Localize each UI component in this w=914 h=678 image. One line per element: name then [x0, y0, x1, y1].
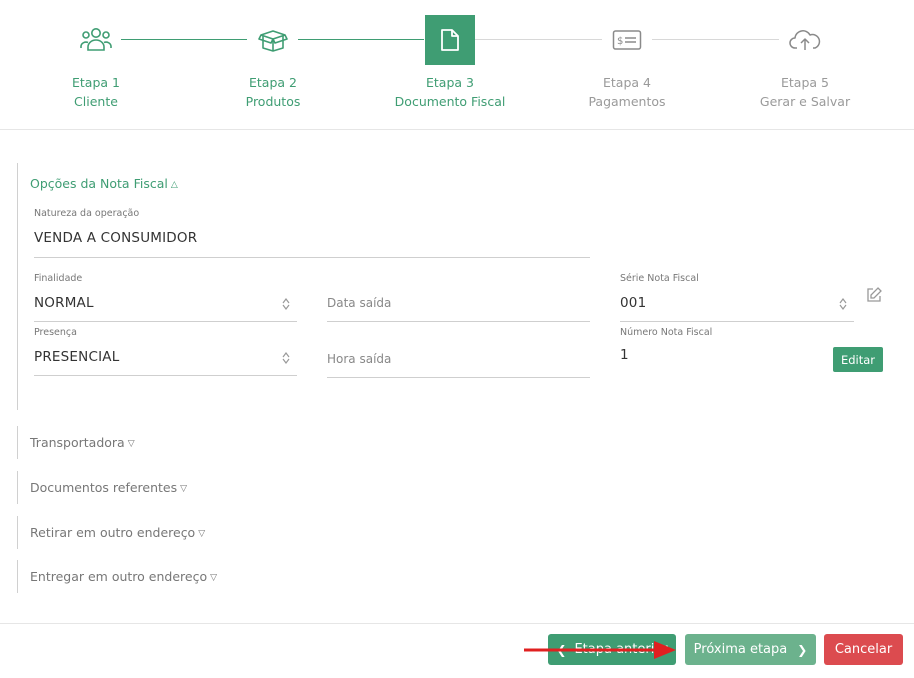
presenca-select[interactable]: Presença PRESENCIAL — [34, 327, 297, 376]
next-step-button[interactable]: Próxima etapa ❯ — [685, 634, 816, 665]
section-title: Entregar em outro endereço — [30, 569, 208, 584]
annotation-arrow — [524, 641, 676, 659]
money-icon: $ — [602, 15, 652, 65]
caret-down-icon: ▽ — [198, 529, 206, 539]
entregar-endereco-section[interactable]: Entregar em outro endereço ▽ — [17, 560, 317, 593]
field-value: VENDA A CONSUMIDOR — [34, 230, 198, 246]
box-icon — [248, 15, 298, 65]
caret-up-icon: △ — [170, 180, 178, 190]
step-number: Etapa 1 — [72, 75, 120, 90]
select-arrows-icon — [839, 298, 847, 310]
data-saida-input[interactable]: Data saída — [327, 290, 590, 322]
transportadora-section[interactable]: Transportadora ▽ — [17, 426, 317, 459]
field-label: Série Nota Fiscal — [620, 273, 699, 284]
edit-pencil-icon[interactable] — [865, 286, 883, 304]
field-value: 1 — [620, 347, 629, 363]
step-name: Pagamentos — [588, 94, 666, 109]
cloud-upload-icon — [780, 15, 830, 65]
step-1[interactable]: Etapa 1 Cliente — [16, 15, 176, 111]
numero-nota-fiscal-field: Número Nota Fiscal 1 — [620, 327, 820, 372]
retirar-endereco-section[interactable]: Retirar em outro endereço ▽ — [17, 516, 317, 549]
chevron-right-icon: ❯ — [797, 642, 808, 657]
step-name: Cliente — [74, 94, 118, 109]
field-label: Número Nota Fiscal — [620, 327, 713, 338]
section-title: Opções da Nota Fiscal — [30, 176, 168, 191]
field-value: PRESENCIAL — [34, 349, 120, 365]
step-name: Gerar e Salvar — [759, 94, 851, 109]
step-2[interactable]: Etapa 2 Produtos — [193, 15, 353, 111]
section-toggle[interactable]: Retirar em outro endereço ▽ — [30, 525, 205, 540]
hora-saida-input[interactable]: Hora saída — [327, 346, 590, 378]
document-icon — [425, 15, 475, 65]
natureza-operacao-field[interactable]: Natureza da operação VENDA A CONSUMIDOR — [34, 208, 590, 258]
select-arrows-icon — [282, 298, 290, 310]
svg-text:$: $ — [617, 36, 623, 47]
users-icon — [71, 15, 121, 65]
caret-down-icon: ▽ — [127, 439, 135, 449]
cancel-button[interactable]: Cancelar — [824, 634, 903, 665]
button-label: Próxima etapa — [693, 642, 788, 657]
caret-down-icon: ▽ — [210, 573, 218, 583]
select-arrows-icon — [282, 352, 290, 364]
section-toggle[interactable]: Entregar em outro endereço ▽ — [30, 569, 217, 584]
serie-nota-fiscal-select[interactable]: Série Nota Fiscal 001 — [620, 273, 854, 322]
step-4[interactable]: $ Etapa 4 Pagamentos — [547, 15, 707, 111]
section-toggle[interactable]: Transportadora ▽ — [30, 435, 135, 450]
field-label: Finalidade — [34, 273, 83, 284]
step-number: Etapa 2 — [249, 75, 297, 90]
field-label: Presença — [34, 327, 77, 338]
field-value: NORMAL — [34, 295, 94, 311]
field-value: 001 — [620, 295, 647, 311]
caret-down-icon: ▽ — [180, 484, 188, 494]
finalidade-select[interactable]: Finalidade NORMAL — [34, 273, 297, 322]
field-placeholder: Hora saída — [327, 352, 392, 366]
section-title: Documentos referentes — [30, 480, 178, 495]
field-label: Natureza da operação — [34, 208, 140, 219]
wizard-stepper: Etapa 1 Cliente Etapa 2 Produtos Etapa 3… — [0, 0, 914, 130]
step-3[interactable]: Etapa 3 Documento Fiscal — [370, 15, 530, 111]
edit-button[interactable]: Editar — [833, 347, 883, 372]
step-number: Etapa 4 — [603, 75, 651, 90]
documentos-referentes-section[interactable]: Documentos referentes ▽ — [17, 471, 317, 504]
invoice-options-toggle[interactable]: Opções da Nota Fiscal △ — [30, 176, 178, 191]
field-placeholder: Data saída — [327, 296, 392, 310]
step-5[interactable]: Etapa 5 Gerar e Salvar — [725, 15, 885, 111]
step-number: Etapa 3 — [426, 75, 474, 90]
section-title: Retirar em outro endereço — [30, 525, 196, 540]
section-title: Transportadora — [30, 435, 125, 450]
step-number: Etapa 5 — [781, 75, 829, 90]
section-toggle[interactable]: Documentos referentes ▽ — [30, 480, 187, 495]
step-name: Documento Fiscal — [394, 94, 506, 109]
footer-divider — [0, 623, 914, 624]
step-name: Produtos — [245, 94, 301, 109]
